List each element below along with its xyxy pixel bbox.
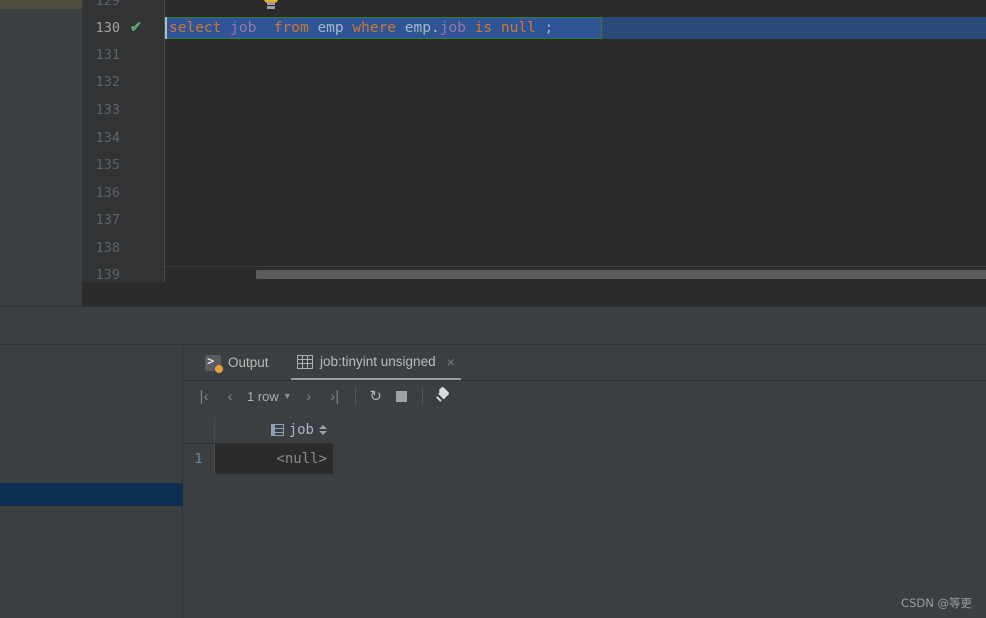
watermark: CSDN @等更 xyxy=(901,596,972,610)
editor-bottom-filler xyxy=(82,283,986,306)
line-number: 137 xyxy=(95,212,120,228)
line-number: 134 xyxy=(95,130,120,146)
green-check-icon[interactable]: ✔ xyxy=(127,20,145,36)
editor-gutter: 129 130 ✔ 131 132 133 134 135 136 137 13… xyxy=(82,0,165,283)
token-select: select xyxy=(169,20,222,36)
pin-icon[interactable] xyxy=(430,383,456,409)
line-number: 129 xyxy=(95,0,120,9)
close-icon[interactable]: × xyxy=(447,355,455,369)
lightbulb-icon[interactable] xyxy=(263,0,279,10)
tab-result-label: job:tinyint unsigned xyxy=(320,354,436,369)
token-emp-2: emp xyxy=(404,20,431,36)
line-number-current: 130 xyxy=(95,20,120,36)
left-tool-column xyxy=(0,9,82,306)
token-job-2: job xyxy=(439,20,466,36)
token-where: where xyxy=(352,20,397,36)
grid-header-row: job xyxy=(183,417,333,444)
tool-window-panel: Output job:tinyint unsigned × |‹ ‹ 1 row… xyxy=(0,344,986,618)
first-page-icon[interactable]: |‹ xyxy=(191,383,217,409)
toolbar-separator xyxy=(421,388,423,404)
token-from: from xyxy=(273,20,309,36)
line-number: 139 xyxy=(95,267,120,283)
grid-row-number: 1 xyxy=(183,444,215,474)
editor-line-130[interactable]: select job from emp where emp.job is nul… xyxy=(165,17,986,39)
grid-rownum-header xyxy=(183,417,215,443)
editor-code-area[interactable]: select job from emp where emp.job is nul… xyxy=(165,0,986,266)
tab-output-label: Output xyxy=(228,355,269,370)
line-number: 131 xyxy=(95,47,120,63)
refresh-icon[interactable]: ↻ xyxy=(363,383,389,409)
panel-selected-item[interactable] xyxy=(0,483,183,506)
console-icon xyxy=(205,354,223,373)
tab-output[interactable]: Output xyxy=(199,345,275,380)
top-left-strip xyxy=(0,0,82,9)
line-number: 136 xyxy=(95,185,120,201)
next-page-icon[interactable]: › xyxy=(296,383,322,409)
token-is: is xyxy=(474,20,493,36)
panel-left-column xyxy=(0,345,183,618)
token-semicolon: ; xyxy=(544,20,554,36)
grid-column-header-job[interactable]: job xyxy=(215,417,333,443)
table-row[interactable]: 1 <null> xyxy=(183,444,333,474)
sql-statement-text: select job from emp where emp.job is nul… xyxy=(169,17,553,39)
text-caret xyxy=(165,17,167,39)
table-icon xyxy=(297,354,313,369)
token-dot: . xyxy=(430,20,440,36)
grid-column-label: job xyxy=(288,422,314,438)
toolbar-separator xyxy=(354,388,356,404)
line-number: 132 xyxy=(95,74,120,90)
panel-tabs: Output job:tinyint unsigned × xyxy=(183,345,986,380)
grid-cell-job[interactable]: <null> xyxy=(215,444,333,474)
token-job-1: job xyxy=(230,20,257,36)
line-number: 138 xyxy=(95,240,120,256)
sort-arrows-icon[interactable] xyxy=(319,425,327,435)
last-page-icon[interactable]: ›| xyxy=(322,383,348,409)
refresh-glyph: ↻ xyxy=(369,388,382,405)
result-grid-toolbar: |‹ ‹ 1 row ▼ › ›| ↻ xyxy=(183,381,986,411)
row-count-selector[interactable]: 1 row ▼ xyxy=(243,389,296,404)
ide-window: 129 130 ✔ 131 132 133 134 135 136 137 13… xyxy=(0,0,986,618)
line-number: 135 xyxy=(95,157,120,173)
sql-editor[interactable]: 129 130 ✔ 131 132 133 134 135 136 137 13… xyxy=(82,0,986,306)
column-table-icon xyxy=(270,424,284,436)
row-count-label: 1 row xyxy=(247,388,279,404)
line-number: 133 xyxy=(95,102,120,118)
stop-icon[interactable] xyxy=(389,383,415,409)
token-null: null xyxy=(500,20,536,36)
panel-main-area: Output job:tinyint unsigned × |‹ ‹ 1 row… xyxy=(183,345,986,618)
tab-result-job[interactable]: job:tinyint unsigned × xyxy=(291,345,461,380)
prev-page-icon[interactable]: ‹ xyxy=(217,383,243,409)
scrollbar-thumb[interactable] xyxy=(256,270,986,279)
editor-horizontal-scrollbar[interactable] xyxy=(165,266,986,282)
token-emp-1: emp xyxy=(317,20,344,36)
result-grid[interactable]: job 1 <null> xyxy=(183,417,333,474)
editor-panel-divider xyxy=(0,306,986,345)
chevron-down-icon: ▼ xyxy=(282,391,292,401)
